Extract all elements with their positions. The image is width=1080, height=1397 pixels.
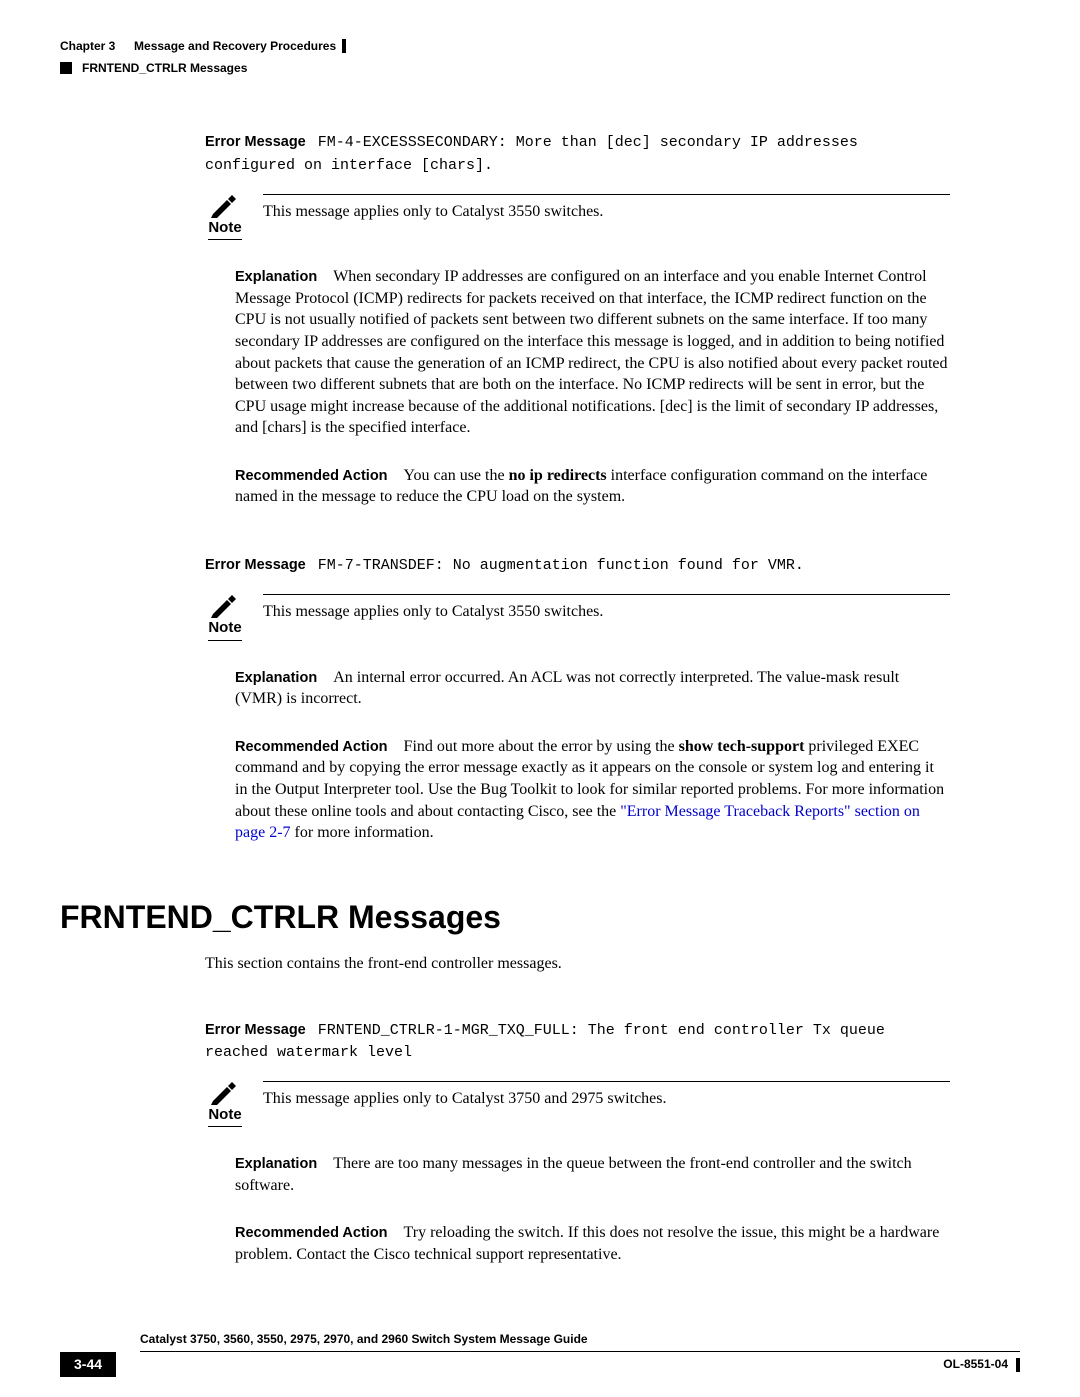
chapter-title: Message and Recovery Procedures <box>134 38 336 54</box>
explanation-label: Explanation <box>235 269 317 285</box>
note-icon-wrap: Note <box>205 194 245 240</box>
header-section-name: FRNTEND_CTRLR Messages <box>82 60 247 76</box>
explanation-text: An internal error occurred. An ACL was n… <box>235 669 899 708</box>
header-block-icon <box>60 62 72 74</box>
note-icon-wrap: Note <box>205 1081 245 1127</box>
pencil-icon <box>209 594 241 618</box>
explanation-3: Explanation There are too many messages … <box>235 1153 950 1196</box>
action-tail: for more information. <box>291 824 434 841</box>
explanation-2: Explanation An internal error occurred. … <box>235 667 950 710</box>
action-cmd: no ip redirects <box>509 467 607 484</box>
section-heading: FRNTEND_CTRLR Messages <box>60 896 1020 939</box>
header-section-row: FRNTEND_CTRLR Messages <box>0 60 1080 76</box>
doc-id: OL-8551-04 <box>943 1356 1008 1372</box>
action-label: Recommended Action <box>235 739 388 755</box>
explanation-label: Explanation <box>235 1156 317 1172</box>
explanation-label: Explanation <box>235 670 317 686</box>
action-cmd: show tech-support <box>679 738 805 755</box>
footer-bottom: 3-44 OL-8551-04 <box>60 1352 1020 1377</box>
note-row-1: Note This message applies only to Cataly… <box>205 194 950 240</box>
footer-top: Catalyst 3750, 3560, 3550, 2975, 2970, a… <box>140 1331 1020 1352</box>
error-message-2: Error Message FM-7-TRANSDEF: No augmenta… <box>205 554 950 576</box>
note-label: Note <box>208 1105 241 1127</box>
pencil-icon <box>209 194 241 218</box>
error-text: FRNTEND_CTRLR-1-MGR_TXQ_FULL: The front … <box>205 1022 885 1061</box>
footer-bar-icon <box>1016 1358 1020 1372</box>
chapter-info: Chapter 3 Message and Recovery Procedure… <box>60 38 346 54</box>
page-header: Chapter 3 Message and Recovery Procedure… <box>0 0 1080 60</box>
error-label: Error Message <box>205 134 306 150</box>
page-footer: Catalyst 3750, 3560, 3550, 2975, 2970, a… <box>0 1331 1080 1397</box>
note-text: This message applies only to Catalyst 37… <box>263 1081 950 1110</box>
explanation-1: Explanation When secondary IP addresses … <box>235 266 950 439</box>
action-pre: You can use the <box>404 467 509 484</box>
error-text: FM-7-TRANSDEF: No augmentation function … <box>318 557 804 574</box>
note-text: This message applies only to Catalyst 35… <box>263 594 950 623</box>
error-label: Error Message <box>205 557 306 573</box>
action-label: Recommended Action <box>235 1225 388 1241</box>
section-intro: This section contains the front-end cont… <box>205 953 950 975</box>
page-number: 3-44 <box>60 1352 116 1377</box>
action-1: Recommended Action You can use the no ip… <box>235 465 950 508</box>
doc-id-wrap: OL-8551-04 <box>943 1356 1020 1372</box>
note-label: Note <box>208 218 241 240</box>
note-row-3: Note This message applies only to Cataly… <box>205 1081 950 1127</box>
note-label: Note <box>208 618 241 640</box>
error-message-1: Error Message FM-4-EXCESSSECONDARY: More… <box>205 131 950 176</box>
note-row-2: Note This message applies only to Cataly… <box>205 594 950 640</box>
explanation-text: When secondary IP addresses are configur… <box>235 268 948 436</box>
chapter-number: Chapter 3 <box>60 38 115 54</box>
error-label: Error Message <box>205 1022 306 1038</box>
pencil-icon <box>209 1081 241 1105</box>
error-message-3: Error Message FRNTEND_CTRLR-1-MGR_TXQ_FU… <box>205 1019 950 1064</box>
page-content: Error Message FM-4-EXCESSSECONDARY: More… <box>0 131 1080 1265</box>
explanation-text: There are too many messages in the queue… <box>235 1155 912 1194</box>
note-text: This message applies only to Catalyst 35… <box>263 194 950 223</box>
action-pre: Find out more about the error by using t… <box>404 738 679 755</box>
guide-title: Catalyst 3750, 3560, 3550, 2975, 2970, a… <box>140 1331 588 1351</box>
note-icon-wrap: Note <box>205 594 245 640</box>
action-3: Recommended Action Try reloading the swi… <box>235 1222 950 1265</box>
action-2: Recommended Action Find out more about t… <box>235 736 950 844</box>
action-label: Recommended Action <box>235 468 388 484</box>
header-bar-icon <box>342 39 346 53</box>
